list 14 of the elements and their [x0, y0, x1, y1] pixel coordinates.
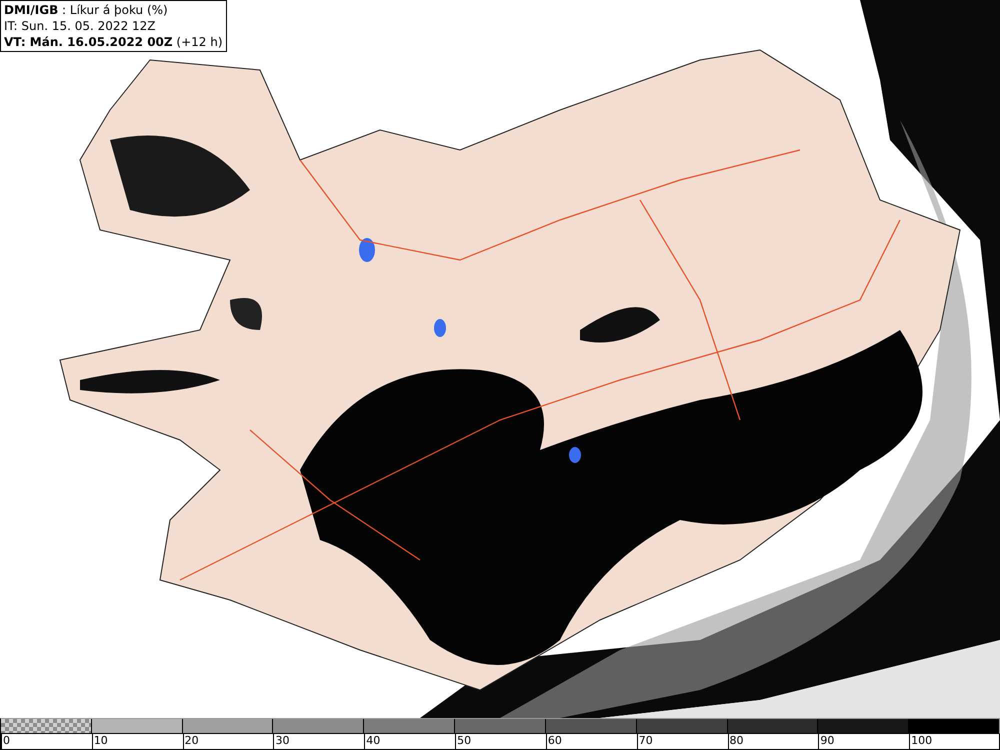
legend-label: 20: [182, 734, 274, 749]
legend-label: 90: [818, 734, 910, 749]
legend-label: 80: [728, 734, 818, 749]
legend-label: 0: [1, 734, 92, 749]
legend-label: 40: [364, 734, 456, 749]
legend-label: 50: [455, 734, 546, 749]
legend-label: 70: [636, 734, 728, 749]
map-info-text: IT: Sun. 15. 05. 2022 12Z: [4, 18, 157, 34]
map-info-text: VT: Mán. 16.05.2022 00Z (+12 h): [4, 34, 223, 50]
legend-label: 10: [92, 734, 183, 749]
legend-label: 60: [546, 734, 637, 749]
legend-label: 100: [909, 734, 999, 749]
legend-label: 30: [273, 734, 364, 749]
map-info-text: DMI/IGB : Líkur á þoku (%): [4, 2, 169, 18]
